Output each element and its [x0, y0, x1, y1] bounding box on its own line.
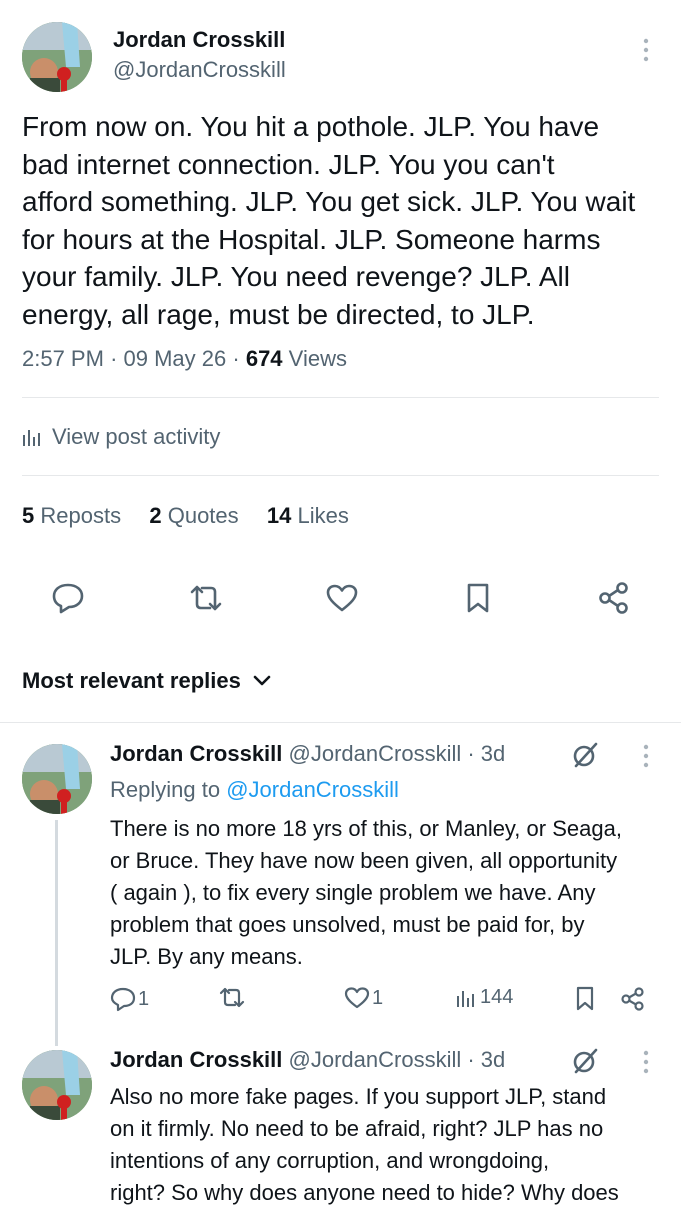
like-button[interactable] — [322, 580, 362, 616]
reply-action-repost[interactable] — [218, 986, 250, 1010]
reply-text-line: on it firmly. No need to be afraid, righ… — [110, 1116, 604, 1141]
reply-author-name[interactable]: Jordan Crosskill — [110, 741, 282, 766]
reply-author-handle[interactable]: @JordanCrosskill — [289, 1047, 462, 1072]
replying-to-handle[interactable]: @JordanCrosskill — [226, 777, 399, 802]
reply-text-line: There is no more 18 yrs of this, or Manl… — [110, 816, 622, 841]
reply-action-reply[interactable]: 1 — [110, 986, 149, 1012]
post-stats: 5 Reposts 2 Quotes 14 Likes — [22, 503, 349, 529]
reply-icon — [52, 583, 84, 614]
reply-age[interactable]: · 3d — [467, 1047, 505, 1072]
share-icon — [599, 582, 628, 614]
share-button[interactable] — [594, 580, 634, 616]
quotes-count: 2 — [149, 503, 162, 528]
view-post-activity-label: View post activity — [52, 424, 221, 449]
post-meta: 2:57 PM · 09 May 26 · 674 Views — [22, 346, 347, 372]
reposts-count: 5 — [22, 503, 35, 528]
more-options-icon[interactable] — [634, 1048, 658, 1076]
reply-count: 1 — [138, 987, 150, 1010]
quotes-label: Quotes — [167, 503, 239, 528]
post-text-line: From now on. You hit a pothole. JLP. You… — [22, 111, 600, 142]
reply-text-line: right? So why does anyone need to hide? … — [110, 1180, 619, 1205]
reply-text-line: JLP. By any means. — [110, 944, 303, 969]
author-handle[interactable]: @JordanCrosskill — [113, 57, 286, 83]
post-text-line: bad internet connection. JLP. You you ca… — [22, 148, 555, 180]
likes-stat[interactable]: 14 Likes — [267, 503, 349, 528]
reply-button[interactable] — [48, 580, 88, 616]
reply-author-handle[interactable]: @JordanCrosskill — [289, 741, 462, 766]
reply-header: Jordan Crosskill @JordanCrosskill · 3d — [110, 741, 505, 767]
grok-icon[interactable] — [570, 740, 600, 770]
post-text-line: afford something. JLP. You get sick. JLP… — [22, 186, 636, 217]
likes-label: Likes — [297, 503, 349, 528]
reposts-label: Reposts — [40, 503, 122, 528]
views-count: 674 — [245, 346, 283, 371]
analytics-icon — [23, 430, 40, 446]
bookmark-icon — [576, 986, 594, 1011]
reply-action-views[interactable]: 144 — [456, 986, 513, 1009]
divider — [0, 722, 681, 723]
reply-action-like[interactable]: 1 — [344, 986, 383, 1010]
views-label: Views — [288, 346, 347, 371]
replies-sort-dropdown[interactable]: Most relevant replies — [22, 668, 271, 694]
reply-text-line: intentions of any corruption, and wrongd… — [110, 1148, 550, 1173]
more-options-icon[interactable] — [634, 36, 658, 64]
replying-to: Replying to @JordanCrosskill — [110, 777, 399, 803]
grok-icon[interactable] — [570, 1046, 600, 1076]
meta-separator: · — [232, 346, 240, 371]
analytics-icon — [457, 990, 474, 1007]
replying-to-label: Replying to — [110, 777, 221, 802]
reply-text: Also no more fake pages. If you support … — [110, 1081, 619, 1209]
author-name[interactable]: Jordan Crosskill — [113, 27, 285, 53]
post-text-line: for hours at the Hospital. JLP. Someone … — [22, 223, 601, 255]
view-post-activity-link[interactable]: View post activity — [22, 424, 220, 450]
quotes-stat[interactable]: 2 Quotes — [149, 503, 238, 528]
likes-count: 14 — [266, 503, 292, 528]
post-text-line: your family. JLP. You need revenge? JLP.… — [22, 261, 570, 292]
reply-text-line: problem that goes unsolved, must be paid… — [110, 912, 585, 937]
views-count: 144 — [480, 986, 514, 1008]
reply-icon — [110, 987, 136, 1012]
share-icon — [621, 987, 644, 1011]
reply-text-line: Also no more fake pages. If you support … — [110, 1084, 607, 1109]
reply-age[interactable]: · 3d — [467, 741, 505, 766]
reply-avatar[interactable] — [22, 1050, 92, 1120]
post-date[interactable]: 09 May 26 — [124, 346, 227, 371]
reposts-stat[interactable]: 5 Reposts — [22, 503, 121, 528]
author-avatar[interactable] — [22, 22, 92, 92]
thread-line — [55, 820, 58, 1046]
reply-text: There is no more 18 yrs of this, or Manl… — [110, 813, 622, 973]
reply-text-line: or Bruce. They have now been given, all … — [110, 848, 618, 873]
heart-icon — [326, 584, 358, 612]
reply-avatar[interactable] — [22, 744, 92, 814]
reply-author-name[interactable]: Jordan Crosskill — [110, 1047, 282, 1072]
meta-separator: · — [110, 346, 118, 371]
reply-share-button[interactable] — [620, 986, 646, 1012]
post-text-line: energy, all rage, must be directed, to J… — [22, 298, 535, 330]
repost-button[interactable] — [186, 580, 226, 616]
chevron-down-icon — [253, 675, 271, 686]
repost-icon — [219, 987, 245, 1008]
bookmark-button[interactable] — [458, 580, 498, 616]
repost-icon — [190, 585, 222, 611]
reply-text-line: ( again ), to fix every single problem w… — [110, 880, 596, 905]
post-text: From now on. You hit a pothole. JLP. You… — [22, 108, 635, 333]
like-count: 1 — [372, 986, 384, 1009]
reply-header: Jordan Crosskill @JordanCrosskill · 3d — [110, 1047, 505, 1073]
post-time[interactable]: 2:57 PM — [22, 346, 104, 371]
bookmark-icon — [467, 583, 489, 613]
heart-icon — [344, 987, 370, 1009]
reply-bookmark-button[interactable] — [572, 986, 598, 1012]
divider — [22, 475, 659, 476]
replies-sort-label: Most relevant replies — [22, 668, 241, 693]
more-options-icon[interactable] — [634, 742, 658, 770]
divider — [22, 397, 659, 398]
